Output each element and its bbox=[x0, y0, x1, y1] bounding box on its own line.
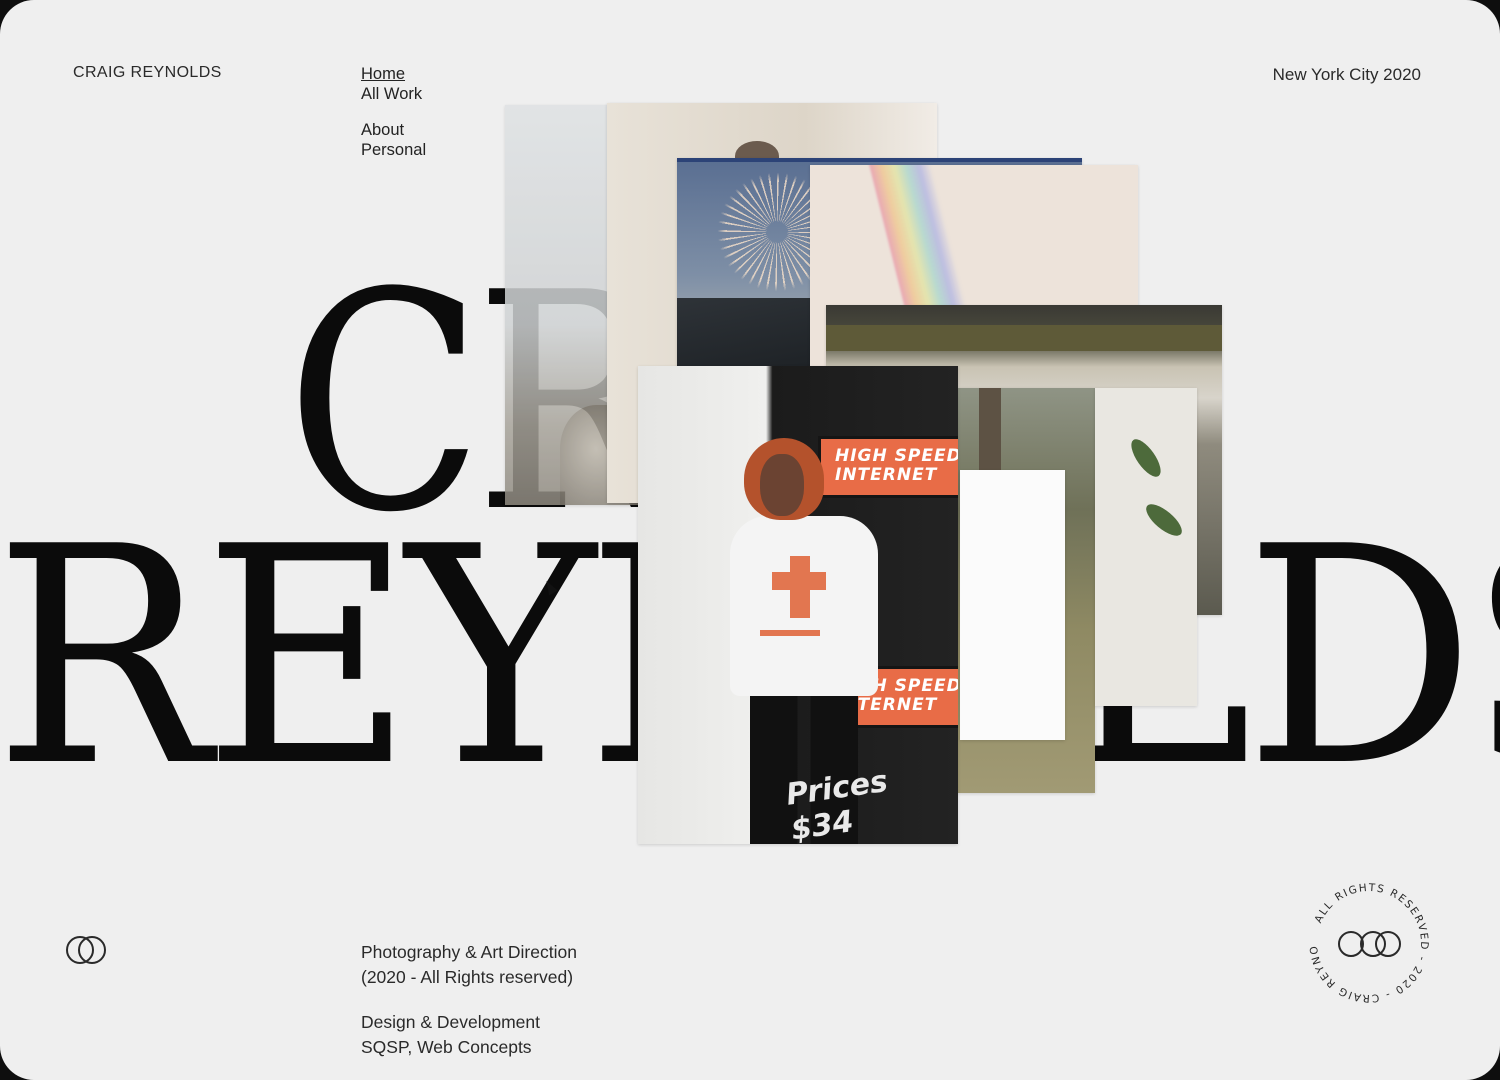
shirt-bar-graphic bbox=[760, 630, 820, 636]
main-nav: Home All Work About Personal bbox=[361, 64, 426, 160]
dark-ground bbox=[677, 298, 817, 368]
photo-leaves[interactable] bbox=[1095, 388, 1197, 706]
credit-rights: (2020 - All Rights reserved) bbox=[361, 967, 574, 987]
photo-person-orange-hair[interactable]: HIGH SPEED INTERNET HIGH SPEED INTERNET … bbox=[638, 366, 958, 844]
sign-text: HIGH SPEED INTERNET bbox=[835, 446, 958, 485]
ring-icon bbox=[78, 936, 106, 964]
leaf-shape bbox=[1126, 434, 1166, 482]
mouse-cursor-icon bbox=[542, 578, 558, 596]
tree-trunk bbox=[979, 388, 1001, 478]
credit-platform: SQSP, Web Concepts bbox=[361, 1037, 532, 1057]
location-year: New York City 2020 bbox=[1272, 65, 1421, 84]
footer-spacer bbox=[361, 990, 577, 1010]
credit-role-design: Design & Development bbox=[361, 1012, 540, 1032]
nav-item-all-work[interactable]: All Work bbox=[361, 84, 426, 104]
shirt-cross-graphic bbox=[772, 572, 826, 590]
leaf-shape bbox=[1141, 498, 1187, 542]
credit-role-photo: Photography & Art Direction bbox=[361, 942, 577, 962]
ring-icon bbox=[1375, 931, 1401, 957]
rights-reserved-badge: ALL RIGHTS RESERVED - 2020 - CRAIG REYNO… bbox=[1305, 879, 1433, 1007]
double-ring-logo-icon[interactable] bbox=[66, 936, 108, 964]
sign-high-speed-1: HIGH SPEED INTERNET bbox=[818, 436, 958, 498]
nav-item-about[interactable]: About bbox=[361, 120, 426, 140]
shelf-shape bbox=[826, 325, 1222, 351]
person-face bbox=[760, 454, 804, 516]
photo-white-card[interactable] bbox=[960, 470, 1065, 740]
nav-item-personal[interactable]: Personal bbox=[361, 140, 426, 160]
page-frame: CRAIG REYNOLDS Home All Work About Perso… bbox=[0, 0, 1500, 1080]
brand-logo-text[interactable]: CRAIG REYNOLDS bbox=[73, 64, 222, 82]
nav-item-home[interactable]: Home bbox=[361, 64, 426, 84]
footer-credits: Photography & Art Direction (2020 - All … bbox=[361, 940, 577, 1060]
